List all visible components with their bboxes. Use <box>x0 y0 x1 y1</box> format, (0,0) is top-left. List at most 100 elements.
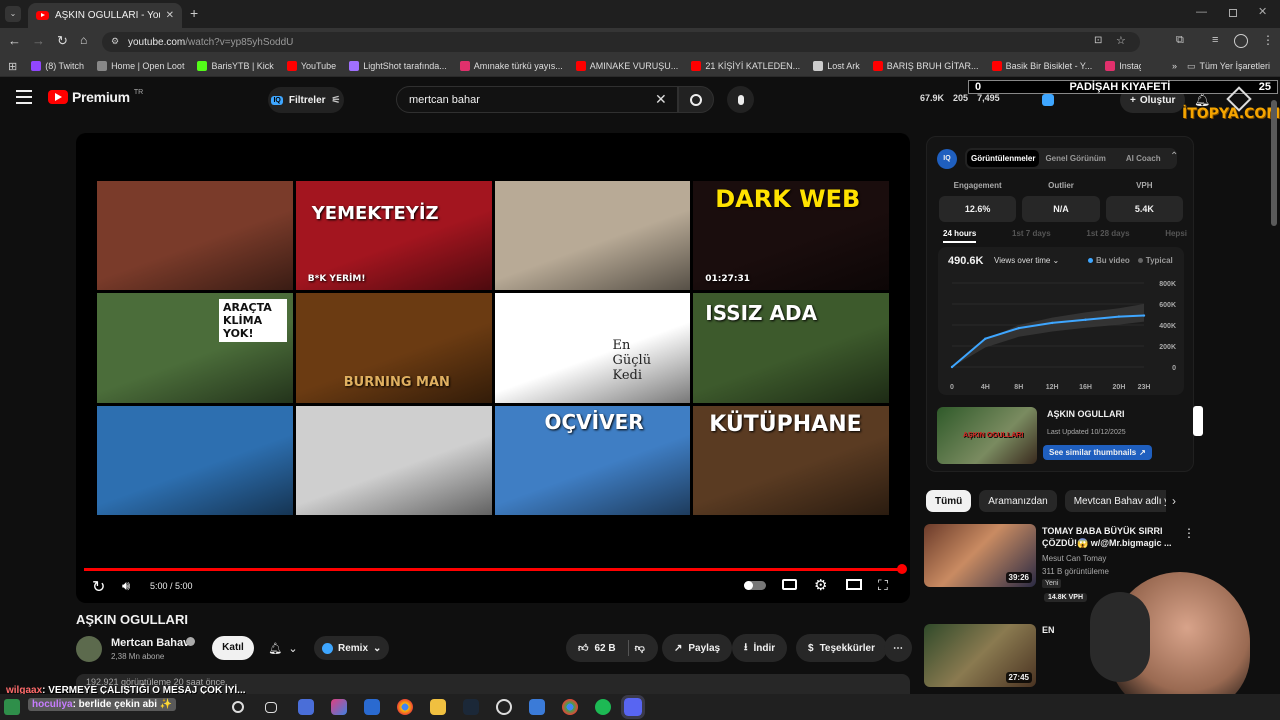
window-minimize-icon[interactable]: — <box>1196 6 1207 18</box>
endscreen-thumbnail[interactable]: OÇVİVER <box>494 405 691 515</box>
endscreen-thumbnail[interactable] <box>97 405 293 515</box>
taskbar-store-icon[interactable] <box>364 699 380 715</box>
youtube-premium-logo[interactable]: Premium TR <box>48 89 143 105</box>
guide-menu-icon[interactable] <box>16 90 32 104</box>
taskbar-app-icon[interactable] <box>331 699 347 715</box>
taskbar-taskview-icon[interactable] <box>265 702 277 713</box>
panel-scrollbar[interactable] <box>1193 406 1203 436</box>
bookmark-item[interactable]: (8) Twitch <box>31 61 84 71</box>
back-icon[interactable]: ← <box>8 33 21 48</box>
bookmark-item[interactable]: Home | Open Loot <box>97 61 184 71</box>
taskbar-chrome-icon[interactable] <box>397 699 413 715</box>
reload-icon[interactable]: ↻ <box>57 33 68 49</box>
tab-search-button[interactable]: ⌄ <box>5 6 21 22</box>
remix-button[interactable]: Remix ⌄ <box>314 636 390 660</box>
search-input[interactable]: mertcan bahar ✕ <box>396 86 678 113</box>
iq-tab-overview[interactable]: Genel Görünüm <box>1039 150 1111 167</box>
bookmark-item[interactable]: YouTube <box>286 61 336 71</box>
active-tab[interactable]: AŞKIN OGULLARI - YouTube ✕ <box>28 3 182 28</box>
settings-gear-icon[interactable]: ⚙ <box>814 576 827 594</box>
replay-icon[interactable]: ↻ <box>92 577 105 597</box>
address-bar[interactable]: ⚙ youtube.com/watch?v=yp85yhSoddU ⊡ ☆ <box>102 32 1140 52</box>
page-scrollbar[interactable] <box>1271 100 1277 226</box>
site-info-icon[interactable]: ⚙ <box>111 36 119 47</box>
window-restore-icon[interactable] <box>1229 9 1237 17</box>
all-bookmarks-link[interactable]: Tüm Yer İşaretleri <box>1199 61 1270 71</box>
tab-close-icon[interactable]: ✕ <box>166 10 174 21</box>
autoplay-toggle[interactable] <box>744 581 766 590</box>
install-app-icon[interactable]: ⊡ <box>1094 35 1102 46</box>
endscreen-thumbnail[interactable]: En Güçlü Kedi <box>494 293 691 403</box>
like-button[interactable]: 👍︎ 62 B 👎︎ <box>566 634 658 662</box>
taskbar-obs-icon[interactable] <box>496 699 512 715</box>
browser-menu-icon[interactable]: ⋮ <box>1262 33 1274 47</box>
notification-bell-button[interactable]: 🔔︎ ⌄ <box>262 636 304 660</box>
related-thumbnail[interactable]: 39:26 <box>924 524 1036 587</box>
endscreen-thumbnail[interactable]: KÜTÜPHANE <box>693 405 889 515</box>
card-thumbnail[interactable]: AŞKIN OGULLARI <box>937 407 1037 464</box>
iq-tab-views[interactable]: Görüntülenmeler <box>967 150 1040 167</box>
fullscreen-icon[interactable]: ⛶ <box>878 577 888 594</box>
endscreen-thumbnail[interactable] <box>295 405 492 515</box>
endscreen-thumbnail[interactable]: ISSIZ ADA <box>693 293 889 403</box>
filters-button[interactable]: IQ Filtreler ⚟ <box>268 87 344 113</box>
forward-icon[interactable]: → <box>32 33 45 48</box>
endscreen-thumbnail[interactable] <box>494 181 691 291</box>
endscreen-thumbnail[interactable] <box>97 181 293 291</box>
taskbar-chrome-icon[interactable] <box>562 699 578 715</box>
endscreen-thumbnail[interactable]: ARAÇTA KLİMA YOK! <box>97 293 293 403</box>
volume-icon[interactable]: 🔊︎ <box>122 578 130 594</box>
taskbar-widgets-icon[interactable] <box>4 699 20 715</box>
endscreen-thumbnail[interactable]: YEMEKTEYİZ B*K YERİM! <box>295 181 492 291</box>
chip-all[interactable]: Tümü <box>926 490 972 512</box>
progress-bar[interactable] <box>84 568 902 571</box>
download-button[interactable]: ⭳ İndir <box>732 634 788 662</box>
bookmark-item[interactable]: BARIŞ BRUH GİTAR... <box>872 61 979 71</box>
iq-tab-ai-coach[interactable]: AI Coach <box>1112 150 1175 167</box>
endscreen-thumbnail[interactable]: BURNING MAN <box>295 293 492 403</box>
endscreen-thumbnail[interactable]: DARK WEB 01:27:31 <box>693 181 889 291</box>
taskbar-app-icon[interactable] <box>529 699 545 715</box>
clear-search-icon[interactable]: ✕ <box>655 91 667 108</box>
chip-channel-uploads[interactable]: Mevtcan Bahav adlı yükl <box>1064 490 1166 512</box>
range-all[interactable]: Hepsi <box>1165 229 1187 243</box>
extensions-puzzle-icon[interactable]: ⧉ <box>1176 34 1184 47</box>
voice-search-button[interactable] <box>727 86 754 113</box>
video-player[interactable]: YEMEKTEYİZ B*K YERİM! DARK WEB 01:27:31 ARAÇ… <box>76 133 910 603</box>
related-thumbnail[interactable]: 27:45 <box>924 624 1036 687</box>
bookmark-item[interactable]: LightShot tarafında... <box>349 61 447 71</box>
search-button[interactable] <box>678 86 714 113</box>
taskbar-discord-icon[interactable] <box>621 695 645 719</box>
scrubber-handle[interactable] <box>897 564 907 574</box>
bookmarks-overflow-icon[interactable]: » <box>1172 61 1177 71</box>
chips-next-icon[interactable]: › <box>1172 494 1176 508</box>
channel-name[interactable]: Mertcan Bahav <box>111 637 189 649</box>
range-28d[interactable]: 1st 28 days <box>1086 229 1129 243</box>
range-7d[interactable]: 1st 7 days <box>1012 229 1051 243</box>
channel-avatar[interactable] <box>76 636 102 662</box>
bookmark-item[interactable]: Instagram videosu:... <box>1105 61 1141 71</box>
bookmark-item[interactable]: AMINAKE VURUŞU... <box>575 61 678 71</box>
taskbar-explorer-icon[interactable] <box>430 699 446 715</box>
taskbar-app-icon[interactable] <box>298 699 314 715</box>
bookmark-item[interactable]: Lost Ark <box>813 61 860 71</box>
bookmark-star-icon[interactable]: ☆ <box>1116 34 1126 47</box>
home-icon[interactable]: ⌂ <box>80 33 87 47</box>
thanks-button[interactable]: $ Teşekkürler <box>796 634 887 662</box>
bookmark-item[interactable]: BarisYTB | Kick <box>197 61 274 71</box>
taskbar-spotify-icon[interactable] <box>595 699 611 715</box>
window-close-icon[interactable]: ✕ <box>1258 5 1267 18</box>
see-similar-button[interactable]: See similar thumbnails ↗ <box>1043 445 1152 460</box>
bookmark-item[interactable]: Basik Bir Bisiklet - Y... <box>991 61 1092 71</box>
range-24h[interactable]: 24 hours <box>943 229 977 243</box>
thumbs-down-icon[interactable]: 👎︎ <box>635 642 645 654</box>
chart-mode-dropdown[interactable]: Views over time ⌄ <box>994 256 1059 265</box>
join-button[interactable]: Katıl <box>212 636 254 660</box>
more-actions-button[interactable]: ⋯ <box>884 634 912 662</box>
bookmark-item[interactable]: Amınake türkü yayıs... <box>459 61 563 71</box>
taskbar-search-icon[interactable] <box>232 701 244 713</box>
media-control-icon[interactable]: ≡ <box>1212 34 1218 46</box>
collapse-panel-icon[interactable]: ⌃ <box>1170 151 1178 162</box>
theater-mode-icon[interactable] <box>846 579 862 590</box>
iq-extension-icon[interactable] <box>1042 94 1054 106</box>
